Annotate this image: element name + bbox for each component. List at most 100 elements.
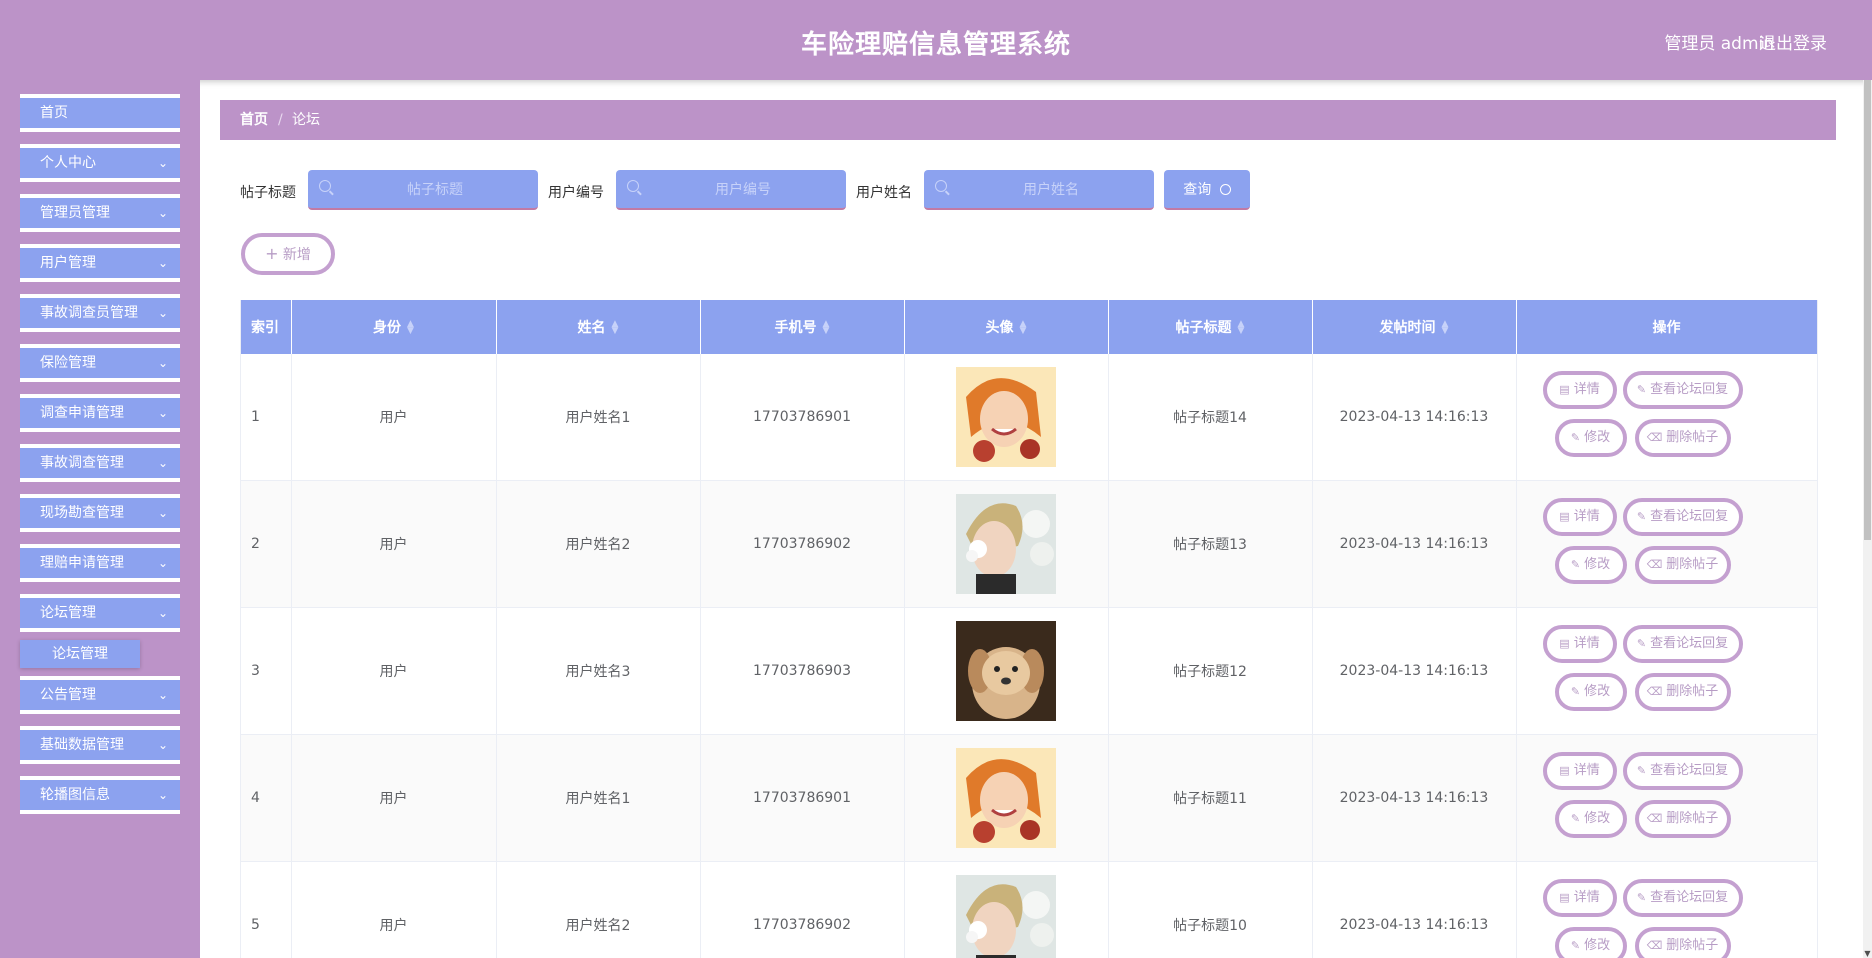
view-replies-button[interactable]: ✎ 查看论坛回复	[1622, 879, 1743, 917]
title-search-field[interactable]	[308, 170, 538, 210]
cell-index: 4	[241, 734, 292, 862]
sidebar-item-7[interactable]: 事故调查管理 ⌄	[20, 444, 180, 482]
sidebar-item-11[interactable]: 公告管理 ⌄	[20, 676, 180, 714]
cell-name: 用户姓名1	[496, 734, 701, 862]
sidebar-item-5[interactable]: 保险管理 ⌄	[20, 344, 180, 382]
scrollbar-thumb[interactable]	[1864, 80, 1871, 540]
title-search-input[interactable]	[338, 178, 532, 202]
pencil-icon: ✎	[1636, 510, 1647, 523]
pencil-icon: ✎	[1636, 383, 1647, 396]
delete-post-button[interactable]: ⌫ 删除帖子	[1634, 546, 1731, 584]
sidebar-item-8[interactable]: 现场勘查管理 ⌄	[20, 494, 180, 532]
delete-post-button[interactable]: ⌫ 删除帖子	[1634, 927, 1731, 958]
user-name-search-input[interactable]	[954, 178, 1148, 202]
edit-button[interactable]: ✎ 修改	[1554, 419, 1627, 457]
trash-icon: ⌫	[1646, 431, 1663, 444]
edit-button[interactable]: ✎ 修改	[1554, 927, 1627, 958]
chevron-down-icon: ⌄	[157, 406, 168, 420]
edit-button-label: 修改	[1584, 557, 1611, 572]
breadcrumb-separator: /	[278, 112, 283, 128]
cell-phone-text: 17703786902	[753, 536, 851, 552]
cell-title: 帖子标题12	[1108, 607, 1313, 735]
sort-icon[interactable]: ▲ ▼	[1020, 320, 1027, 336]
edit-button[interactable]: ✎ 修改	[1554, 546, 1627, 584]
view-replies-button[interactable]: ✎ 查看论坛回复	[1622, 625, 1743, 663]
table-row: 3 用户 用户姓名3 17703786903 帖子标题12 2023-04-13 14:1…	[241, 607, 1817, 735]
cell-index: 3	[241, 607, 292, 735]
column-header[interactable]: 帖子标题 ▲ ▼	[1108, 300, 1313, 354]
sort-icon[interactable]: ▲ ▼	[612, 320, 619, 336]
trash-icon: ⌫	[1646, 939, 1663, 952]
column-header-label: 帖子标题	[1175, 320, 1232, 336]
sidebar-item-2[interactable]: 管理员管理 ⌄	[20, 194, 180, 232]
cell-name-text: 用户姓名1	[565, 791, 631, 807]
delete-post-button[interactable]: ⌫ 删除帖子	[1634, 800, 1731, 838]
detail-button[interactable]: ▤ 详情	[1542, 752, 1617, 790]
column-header[interactable]: 姓名 ▲ ▼	[496, 300, 701, 354]
view-replies-button-label: 查看论坛回复	[1650, 636, 1729, 651]
sidebar-item-label: 保险管理	[40, 355, 96, 371]
user-no-search-field[interactable]	[616, 170, 846, 210]
sidebar-item-6[interactable]: 调查申请管理 ⌄	[20, 394, 180, 432]
view-replies-button[interactable]: ✎ 查看论坛回复	[1622, 371, 1743, 409]
column-header[interactable]: 身份 ▲ ▼	[291, 300, 497, 354]
edit-button[interactable]: ✎ 修改	[1554, 800, 1627, 838]
add-button[interactable]: + 新增	[241, 233, 335, 275]
sort-icon[interactable]: ▲ ▼	[407, 320, 414, 336]
sidebar-item-label: 轮播图信息	[40, 787, 110, 803]
scroll-down-arrow-icon[interactable]: ▼	[1863, 949, 1872, 958]
delete-post-button[interactable]: ⌫ 删除帖子	[1634, 673, 1731, 711]
sidebar-item-10[interactable]: 论坛管理 ⌄	[20, 594, 180, 632]
sort-icon[interactable]: ▲ ▼	[1442, 320, 1449, 336]
cell-time-text: 2023-04-13 14:16:13	[1339, 536, 1489, 552]
breadcrumb: 首页 / 论坛	[220, 100, 1836, 140]
column-header[interactable]: 发帖时间 ▲ ▼	[1312, 300, 1517, 354]
sidebar-item-12[interactable]: 基础数据管理 ⌄	[20, 726, 180, 764]
sidebar-item-0[interactable]: 首页	[20, 94, 180, 132]
cell-actions: ▤ 详情 ✎ 查看论坛回复 ✎ 修改 ⌫ 删除帖子	[1516, 354, 1817, 481]
breadcrumb-home[interactable]: 首页	[240, 100, 268, 140]
sidebar-item-13[interactable]: 轮播图信息 ⌄	[20, 776, 180, 814]
page-scrollbar[interactable]: ▼	[1863, 80, 1872, 958]
column-header[interactable]: 手机号 ▲ ▼	[700, 300, 905, 354]
document-icon: ▤	[1559, 891, 1570, 904]
sort-icon[interactable]: ▲ ▼	[823, 320, 830, 336]
query-button[interactable]: 查询	[1164, 170, 1250, 210]
pencil-icon: ✎	[1636, 637, 1647, 650]
cell-name: 用户姓名1	[496, 354, 701, 481]
trash-icon: ⌫	[1646, 558, 1663, 571]
sidebar-item-1[interactable]: 个人中心 ⌄	[20, 144, 180, 182]
row-actions: ▤ 详情 ✎ 查看论坛回复 ✎ 修改 ⌫ 删除帖子	[1517, 354, 1817, 480]
detail-button[interactable]: ▤ 详情	[1542, 371, 1617, 409]
view-replies-button[interactable]: ✎ 查看论坛回复	[1622, 498, 1743, 536]
cell-role-text: 用户	[379, 410, 408, 426]
view-replies-button[interactable]: ✎ 查看论坛回复	[1622, 752, 1743, 790]
column-header[interactable]: 头像 ▲ ▼	[904, 300, 1109, 354]
sidebar-item-9[interactable]: 理赔申请管理 ⌄	[20, 544, 180, 582]
chevron-down-icon: ⌄	[157, 206, 168, 220]
cell-title-text: 帖子标题11	[1173, 791, 1247, 807]
cell-phone: 17703786902	[700, 480, 905, 608]
cell-phone-text: 17703786902	[753, 917, 851, 933]
cell-time-text: 2023-04-13 14:16:13	[1339, 917, 1489, 933]
top-header: 车险理赔信息管理系统 管理员 admin 退出登录	[0, 0, 1872, 80]
user-no-search-input[interactable]	[646, 178, 840, 202]
sidebar-item-4[interactable]: 事故调查员管理 ⌄	[20, 294, 180, 332]
user-name-search-field[interactable]	[924, 170, 1154, 210]
detail-button[interactable]: ▤ 详情	[1542, 498, 1617, 536]
row-actions: ▤ 详情 ✎ 查看论坛回复 ✎ 修改 ⌫ 删除帖子	[1517, 862, 1817, 958]
cell-actions: ▤ 详情 ✎ 查看论坛回复 ✎ 修改 ⌫ 删除帖子	[1516, 734, 1817, 862]
sidebar-item-3[interactable]: 用户管理 ⌄	[20, 244, 180, 282]
edit-button[interactable]: ✎ 修改	[1554, 673, 1627, 711]
detail-button[interactable]: ▤ 详情	[1542, 879, 1617, 917]
title-search-label: 帖子标题	[240, 185, 296, 201]
sidebar-subitem-forum[interactable]: 论坛管理	[20, 640, 140, 668]
detail-button[interactable]: ▤ 详情	[1542, 625, 1617, 663]
chevron-down-icon: ⌄	[157, 356, 168, 370]
delete-post-button[interactable]: ⌫ 删除帖子	[1634, 419, 1731, 457]
cell-name: 用户姓名3	[496, 607, 701, 735]
logout-link[interactable]: 退出登录	[1759, 29, 1827, 54]
sort-icon[interactable]: ▲ ▼	[1238, 320, 1245, 336]
table-header-row: 索引 身份 ▲ ▼ 姓名 ▲ ▼ 手机号 ▲ ▼ 头像 ▲ ▼ 帖子标题 ▲ ▼ 发帖时间 ▲ ▼ 操作	[241, 300, 1817, 354]
detail-button-label: 详情	[1573, 890, 1600, 905]
